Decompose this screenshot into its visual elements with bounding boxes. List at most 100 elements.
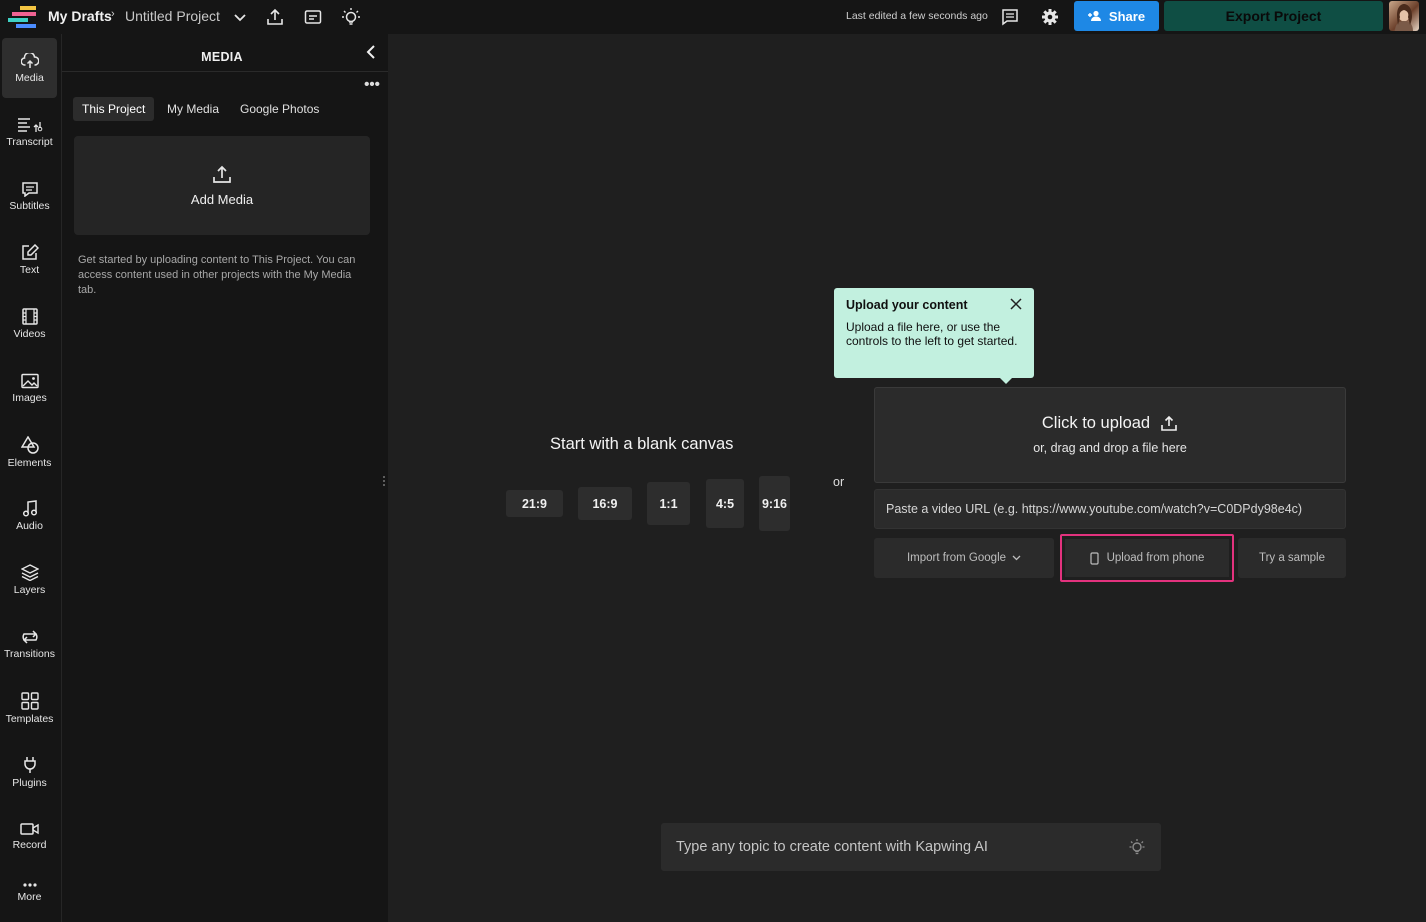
import-google-label: Import from Google <box>906 552 1007 564</box>
rail-label: More <box>17 890 42 903</box>
close-icon[interactable] <box>1010 298 1022 310</box>
media-panel: MEDIA ••• This Project My Media Google P… <box>62 34 388 922</box>
shapes-icon <box>20 435 39 454</box>
rail-item-audio[interactable]: Audio <box>2 486 57 546</box>
film-icon <box>21 308 38 325</box>
rail-label: Videos <box>13 328 46 340</box>
tooltip-title: Upload your content <box>846 298 968 312</box>
upload-icon <box>1161 415 1177 431</box>
rail-label: Media <box>15 71 44 84</box>
user-avatar[interactable] <box>1389 1 1419 31</box>
breadcrumb-separator: › <box>111 8 115 20</box>
rail-label: Record <box>12 838 47 851</box>
rail-label: Plugins <box>12 776 47 789</box>
ratio-16-9-button[interactable]: 16:9 <box>578 487 632 520</box>
rail-item-subtitles[interactable]: Subtitles <box>2 166 57 226</box>
collapse-panel-chevron-left-icon[interactable] <box>362 42 380 62</box>
project-name[interactable]: Untitled Project <box>125 8 220 24</box>
rail-label: Elements <box>7 456 52 469</box>
rail-item-layers[interactable]: Layers <box>2 550 57 610</box>
layers-icon <box>20 564 39 581</box>
phone-icon <box>1089 551 1099 565</box>
subtitles-icon <box>21 181 38 197</box>
gear-icon[interactable] <box>1039 6 1061 28</box>
rail-item-images[interactable]: Images <box>2 358 57 418</box>
top-bar: My Drafts › Untitled Project Last edited… <box>0 0 1426 34</box>
rail-label: Audio <box>16 520 43 532</box>
lightbulb-icon[interactable] <box>340 6 362 28</box>
last-edited-status: Last edited a few seconds ago <box>846 10 988 22</box>
panel-help-text: Get started by uploading content to This… <box>78 254 356 296</box>
upload-from-phone-button[interactable]: Upload from phone <box>1060 534 1234 582</box>
rail-label: Transitions <box>4 647 55 660</box>
music-note-icon <box>22 500 37 517</box>
rail-item-record[interactable]: Record <box>2 806 57 866</box>
templates-grid-icon <box>20 691 39 710</box>
rail-label: Text <box>19 264 40 276</box>
kapwing-logo-icon[interactable] <box>8 6 38 28</box>
try-a-sample-button[interactable]: Try a sample <box>1238 538 1346 578</box>
rail-item-transcript[interactable]: Transcript <box>2 102 57 162</box>
rail-label: Images <box>12 391 47 404</box>
chevron-down-icon[interactable] <box>229 6 251 28</box>
rail-item-plugins[interactable]: Plugins <box>2 742 57 802</box>
add-media-button[interactable]: Add Media <box>74 136 370 235</box>
rail-label: Transcript <box>6 135 53 148</box>
panel-more-options-icon[interactable]: ••• <box>362 77 382 94</box>
transition-icon <box>21 629 38 644</box>
image-icon <box>20 373 39 388</box>
left-tool-rail: Media Transcript Subtitles Text Videos I… <box>0 34 62 922</box>
rail-label: Templates <box>5 712 54 725</box>
click-to-upload-dropzone[interactable]: Click to upload or, drag and drop a file… <box>874 387 1346 483</box>
rail-label: Layers <box>13 584 46 596</box>
ratio-4-5-button[interactable]: 4:5 <box>706 479 744 528</box>
chevron-down-icon <box>1012 555 1021 561</box>
ratio-1-1-button[interactable]: 1:1 <box>647 482 690 525</box>
rail-item-templates[interactable]: Templates <box>2 678 57 738</box>
lightbulb-icon[interactable] <box>1127 837 1147 857</box>
plug-icon <box>23 756 36 773</box>
rail-item-text[interactable]: Text <box>2 230 57 290</box>
panel-resize-handle[interactable] <box>382 476 386 490</box>
export-button-label: Export Project <box>1225 8 1322 24</box>
text-edit-icon <box>21 244 39 260</box>
tab-my-media[interactable]: My Media <box>158 97 228 121</box>
record-camera-icon <box>19 822 39 835</box>
panel-divider <box>62 71 388 72</box>
rail-label: Subtitles <box>9 199 50 212</box>
rail-item-videos[interactable]: Videos <box>2 294 57 354</box>
blank-canvas-title: Start with a blank canvas <box>550 435 734 453</box>
kapwing-ai-prompt-bar <box>661 823 1161 871</box>
upload-sub-label: or, drag and drop a file here <box>1033 441 1187 455</box>
tab-this-project[interactable]: This Project <box>73 97 155 121</box>
share-button-label: Share <box>1108 8 1146 24</box>
tooltip-body: Upload a file here, or use the controls … <box>846 320 1018 348</box>
more-dots-icon <box>22 882 37 887</box>
rail-item-more[interactable]: More <box>2 864 57 920</box>
comment-icon[interactable] <box>999 6 1021 28</box>
share-button[interactable]: Share <box>1074 1 1159 31</box>
ratio-21-9-button[interactable]: 21:9 <box>506 490 563 517</box>
upload-phone-label: Upload from phone <box>1106 552 1205 564</box>
add-media-label: Add Media <box>190 191 254 207</box>
captions-icon[interactable] <box>302 6 324 28</box>
ratio-9-16-button[interactable]: 9:16 <box>759 476 790 531</box>
export-project-button[interactable]: Export Project <box>1164 1 1383 31</box>
export-upload-icon[interactable] <box>264 6 286 28</box>
panel-title: MEDIA <box>201 50 243 64</box>
transcript-icon <box>17 117 42 132</box>
rail-item-media[interactable]: Media <box>2 38 57 98</box>
video-url-input[interactable] <box>874 489 1346 529</box>
import-from-google-button[interactable]: Import from Google <box>874 538 1054 578</box>
or-separator: or <box>833 475 845 489</box>
add-person-icon <box>1087 10 1101 21</box>
upload-tooltip: Upload your content Upload a file here, … <box>834 288 1034 384</box>
rail-item-transitions[interactable]: Transitions <box>2 614 57 674</box>
upload-main-label: Click to upload <box>1041 414 1151 432</box>
upload-cloud-icon <box>20 52 39 68</box>
rail-item-elements[interactable]: Elements <box>2 422 57 482</box>
breadcrumb-my-drafts[interactable]: My Drafts <box>48 8 112 24</box>
try-sample-label: Try a sample <box>1258 552 1326 564</box>
tab-google-photos[interactable]: Google Photos <box>231 97 328 121</box>
ai-topic-input[interactable] <box>661 823 1121 871</box>
